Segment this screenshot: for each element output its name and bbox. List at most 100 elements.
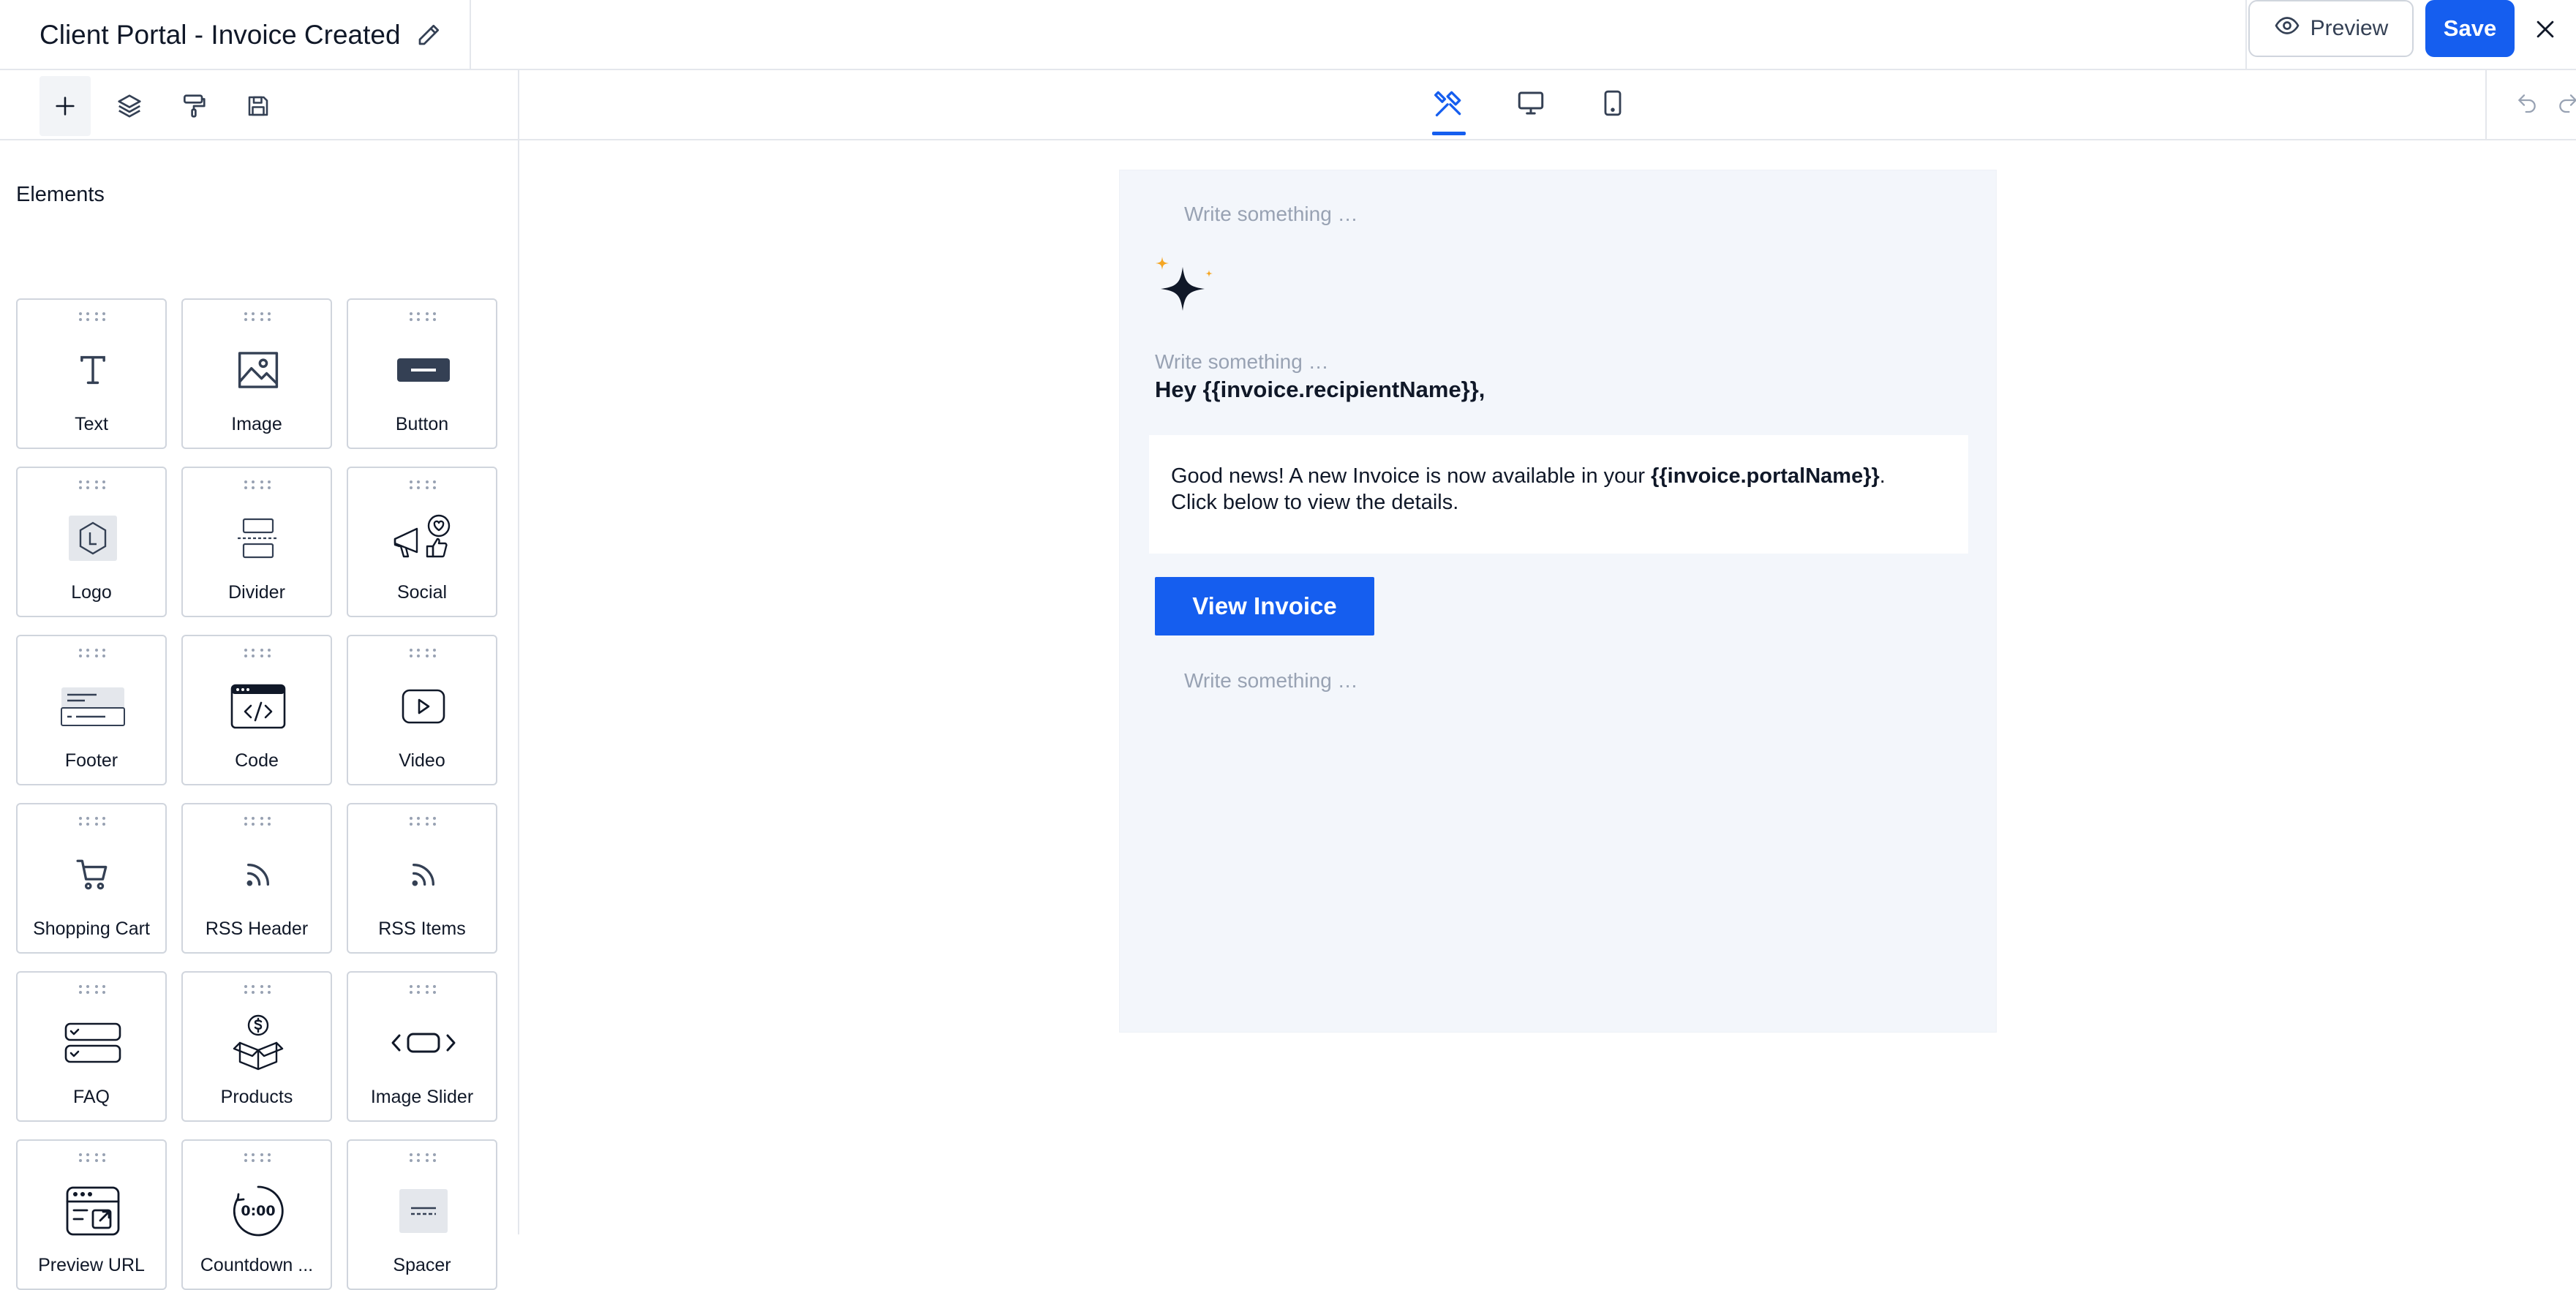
canvas-toolbar [519,70,2576,140]
element-label: Spacer [393,1255,451,1275]
elements-grid: Text Image Button Logo Divider Social Fo… [16,228,499,1290]
rss-items-icon [387,848,460,901]
drag-grip-icon [79,480,105,489]
element-label: Footer [64,750,118,771]
body-line-2: Click below to view the details. [1171,491,1459,514]
add-icon[interactable] [39,76,91,136]
element-label: Code [235,750,279,771]
element-label: FAQ [72,1087,110,1107]
drag-grip-icon [410,1153,436,1162]
drag-grip-icon [244,312,271,321]
top-bar: Client Portal - Invoice Created Preview … [0,0,2576,70]
video-icon [387,680,460,733]
text-placeholder-top[interactable]: Write something … [1184,203,1358,226]
redo-icon[interactable] [2551,86,2576,120]
element-label: Image [231,414,282,434]
element-tile-button[interactable]: Button [347,298,497,449]
drag-grip-icon [244,1153,271,1162]
shopping-cart-icon [56,848,129,901]
products-icon [222,1014,295,1071]
history-divider [2485,70,2487,140]
element-tile-faq[interactable]: FAQ [16,971,167,1122]
button-icon [387,344,460,396]
template-title: Client Portal - Invoice Created [39,20,401,50]
body-text-pre: Good news! A new Invoice is now availabl… [1171,464,1652,488]
drag-grip-icon [410,817,436,826]
element-tile-rss-items[interactable]: RSS Items [347,803,497,954]
preview-button[interactable]: Preview [2248,0,2414,57]
undo-icon[interactable] [2510,86,2544,120]
element-tile-social[interactable]: Social [347,467,497,617]
rss-header-icon [222,848,295,901]
header-divider [2245,0,2247,70]
preview-label: Preview [2310,16,2389,40]
sparkle-icon [1156,257,1213,311]
svg-text:0:00: 0:00 [241,1203,275,1219]
drag-grip-icon [244,985,271,994]
drag-grip-icon [410,480,436,489]
portal-name-variable: {{invoice.portalName}} [1651,464,1880,488]
mobile-icon[interactable] [1590,80,1635,126]
element-label: Products [220,1087,293,1107]
element-label: Divider [228,582,285,603]
element-tile-divider[interactable]: Divider [181,467,332,617]
element-tile-rss-header[interactable]: RSS Header [181,803,332,954]
element-tile-logo[interactable]: Logo [16,467,167,617]
element-label: Logo [71,582,112,603]
element-tile-image-slider[interactable]: Image Slider [347,971,497,1122]
element-tile-text[interactable]: Text [16,298,167,449]
element-tile-countdown[interactable]: 0:00 Countdown ... [181,1139,332,1290]
element-tile-video[interactable]: Video [347,635,497,785]
element-label: Button [395,414,449,434]
email-canvas: Write something … Write something … Hey … [1119,170,1997,1033]
greeting-text[interactable]: Hey {{invoice.recipientName}}, [1155,377,1485,403]
countdown-icon: 0:00 [222,1185,295,1237]
logo-icon [56,512,129,565]
drag-grip-icon [79,649,105,657]
close-icon[interactable] [2526,10,2564,48]
element-label: Video [399,750,445,771]
element-label: Social [396,582,448,603]
desktop-icon[interactable] [1508,80,1553,126]
design-tools-icon[interactable] [1426,80,1472,126]
image-icon [222,344,295,396]
drag-grip-icon [410,985,436,994]
element-tile-spacer[interactable]: Spacer [347,1139,497,1290]
active-view-indicator [1432,132,1466,135]
footer-icon [56,680,129,733]
save-button[interactable]: Save [2425,0,2515,57]
save-disk-icon[interactable] [233,76,284,136]
preview-url-icon [56,1185,129,1237]
drag-grip-icon [410,649,436,657]
element-tile-footer[interactable]: Footer [16,635,167,785]
element-label: Shopping Cart [33,919,150,939]
element-tile-code[interactable]: Code [181,635,332,785]
sidebar-toolbar [0,70,518,140]
spacer-icon [387,1185,460,1237]
drag-grip-icon [79,985,105,994]
element-tile-shopping-cart[interactable]: Shopping Cart [16,803,167,954]
drag-grip-icon [410,312,436,321]
faq-icon [56,1016,129,1069]
element-label: Preview URL [38,1255,145,1275]
pencil-icon[interactable] [414,20,443,50]
email-body-block[interactable]: Good news! A new Invoice is now availabl… [1149,435,1968,554]
element-label: RSS Header [205,919,309,939]
element-label: RSS Items [378,919,466,939]
element-tile-image[interactable]: Image [181,298,332,449]
drag-grip-icon [79,817,105,826]
title-area: Client Portal - Invoice Created [0,0,471,70]
text-placeholder-mid[interactable]: Write something … [1155,350,1329,374]
text-icon [56,344,129,396]
drag-grip-icon [79,1153,105,1162]
paint-roller-icon[interactable] [168,76,219,136]
layers-icon[interactable] [104,76,155,136]
element-tile-preview-url[interactable]: Preview URL [16,1139,167,1290]
code-icon [222,680,295,733]
view-invoice-button[interactable]: View Invoice [1155,577,1374,635]
text-placeholder-bottom[interactable]: Write something … [1184,669,1358,693]
element-label: Text [75,414,108,434]
element-tile-products[interactable]: Products [181,971,332,1122]
element-label: Image Slider [370,1087,474,1107]
drag-grip-icon [79,312,105,321]
